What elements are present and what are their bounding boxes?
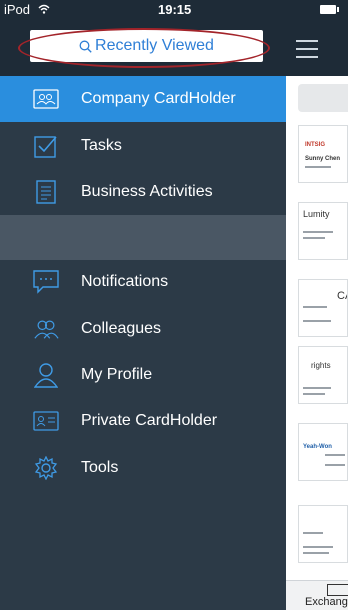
menu-item-private-cardholder[interactable]: Private CardHolder <box>0 398 286 444</box>
search-bar: Recently Viewed <box>0 20 286 76</box>
recently-viewed-label: Recently Viewed <box>95 37 214 54</box>
bottom-toolbar: Exchang <box>286 580 348 610</box>
notifications-icon <box>33 269 59 295</box>
business-card-thumbnail[interactable]: rights <box>298 346 348 404</box>
business-card-thumbnail[interactable]: CA <box>298 279 348 337</box>
menu-item-colleagues[interactable]: Colleagues <box>0 306 286 352</box>
tasks-icon <box>33 133 59 159</box>
exchange-icon[interactable] <box>327 584 348 596</box>
wifi-icon <box>38 4 50 14</box>
business-card-thumbnail[interactable] <box>298 505 348 563</box>
business-activities-icon <box>33 179 59 205</box>
menu-divider <box>0 215 286 260</box>
business-card-thumbnail[interactable]: INTSIG Sunny Chen <box>298 125 348 183</box>
carrier-label: iPod <box>4 2 31 17</box>
menu-item-label: Tasks <box>81 137 122 154</box>
menu-item-label: Notifications <box>81 273 169 290</box>
search-icon <box>79 40 92 53</box>
main-content-peek[interactable]: INTSIG Sunny Chen Lumity CA rights Yeah-… <box>286 0 348 610</box>
hamburger-menu-icon[interactable] <box>296 40 318 58</box>
profile-icon <box>33 362 59 388</box>
menu-item-label: Private CardHolder <box>81 412 218 429</box>
menu-item-business-activities[interactable]: Business Activities <box>0 169 286 215</box>
menu-item-tools[interactable]: Tools <box>0 445 286 491</box>
battery-icon <box>320 5 339 14</box>
menu-item-label: Company CardHolder <box>81 90 236 107</box>
business-card-thumbnail[interactable]: Yeah-Won <box>298 423 348 481</box>
menu-item-label: Business Activities <box>81 183 213 200</box>
peek-header <box>286 0 348 76</box>
menu-item-my-profile[interactable]: My Profile <box>0 352 286 398</box>
status-bar: iPod 19:15 <box>0 0 286 20</box>
business-card-thumbnail[interactable]: Lumity <box>298 202 348 260</box>
tools-icon <box>33 455 59 481</box>
company-cardholder-icon <box>33 86 59 112</box>
side-drawer: iPod 19:15 Recently Viewed Company CardH… <box>0 0 286 610</box>
peek-search-field[interactable] <box>298 84 348 112</box>
recently-viewed-button[interactable]: Recently Viewed <box>30 30 263 62</box>
menu-item-label: Colleagues <box>81 320 162 337</box>
menu-item-tasks[interactable]: Tasks <box>0 123 286 169</box>
private-cardholder-icon <box>33 408 59 434</box>
clock: 19:15 <box>158 2 192 17</box>
exchange-label[interactable]: Exchang <box>305 596 348 608</box>
menu-item-notifications[interactable]: Notifications <box>0 259 286 305</box>
menu-item-label: Tools <box>81 459 119 476</box>
colleagues-icon <box>33 316 59 342</box>
menu-item-company-cardholder[interactable]: Company CardHolder <box>0 76 286 122</box>
menu-item-label: My Profile <box>81 366 153 383</box>
